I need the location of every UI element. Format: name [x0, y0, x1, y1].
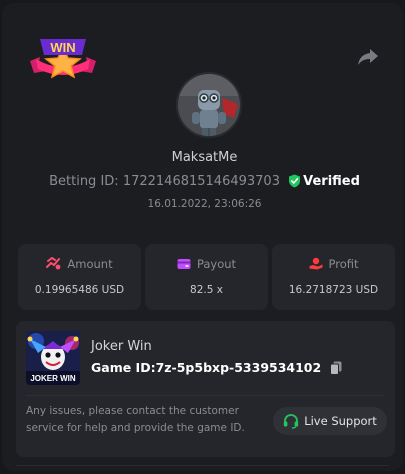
betting-id-value[interactable]: 1722146815146493703	[123, 174, 280, 189]
stat-value: 82.5 x	[190, 284, 223, 296]
betting-id-label: Betting ID:	[49, 174, 119, 189]
stat-label: Amount	[67, 257, 113, 271]
stat-card-payout: Payout 82.5 x	[145, 244, 268, 310]
game-id-value[interactable]: 7z-5p5bxp-5339534102	[156, 360, 322, 375]
betting-id-row: Betting ID: 1722146815146493703 Verified	[2, 174, 405, 189]
joker-win-thumbnail-icon: JOKER WIN	[26, 331, 80, 385]
stat-value: 0.19965486 USD	[34, 284, 125, 296]
robot-avatar-icon	[178, 74, 240, 136]
bet-date: 16.01.2022, 23:06:26	[147, 198, 262, 210]
stat-label: Profit	[328, 257, 359, 271]
game-id-label: Game ID:	[91, 360, 156, 375]
verified-shield-icon	[289, 174, 301, 188]
payout-icon	[177, 259, 191, 269]
stat-value: 16.2718723 USD	[288, 284, 379, 296]
profit-icon	[309, 257, 322, 270]
username: MaksatMe	[171, 150, 238, 165]
live-support-label: Live Support	[304, 414, 377, 428]
share-icon[interactable]	[357, 47, 379, 67]
game-thumbnail[interactable]: JOKER WIN	[26, 331, 80, 385]
stat-label: Payout	[196, 257, 237, 271]
copy-icon[interactable]	[329, 361, 342, 375]
amount-icon	[46, 256, 61, 270]
game-name[interactable]: Joker Win	[91, 339, 152, 354]
win-badge-label: WIN	[50, 40, 75, 55]
support-notice: Any issues, please contact the customer …	[26, 405, 245, 434]
win-badge: WIN	[30, 39, 96, 79]
bottom-divider	[16, 465, 389, 466]
verified-label: Verified	[303, 174, 360, 189]
stat-card-profit: Profit 16.2718723 USD	[272, 244, 395, 310]
live-support-button[interactable]: Live Support	[273, 407, 387, 435]
divider	[26, 395, 385, 396]
headset-icon	[283, 413, 299, 429]
thumbnail-caption: JOKER WIN	[30, 374, 76, 383]
game-id-row: Game ID:7z-5p5bxp-5339534102	[91, 360, 342, 375]
avatar	[176, 72, 242, 138]
stat-card-amount: Amount 0.19965486 USD	[18, 244, 141, 310]
game-card: JOKER WIN Joker Win Game ID:7z-5p5bxp-53…	[16, 321, 395, 457]
